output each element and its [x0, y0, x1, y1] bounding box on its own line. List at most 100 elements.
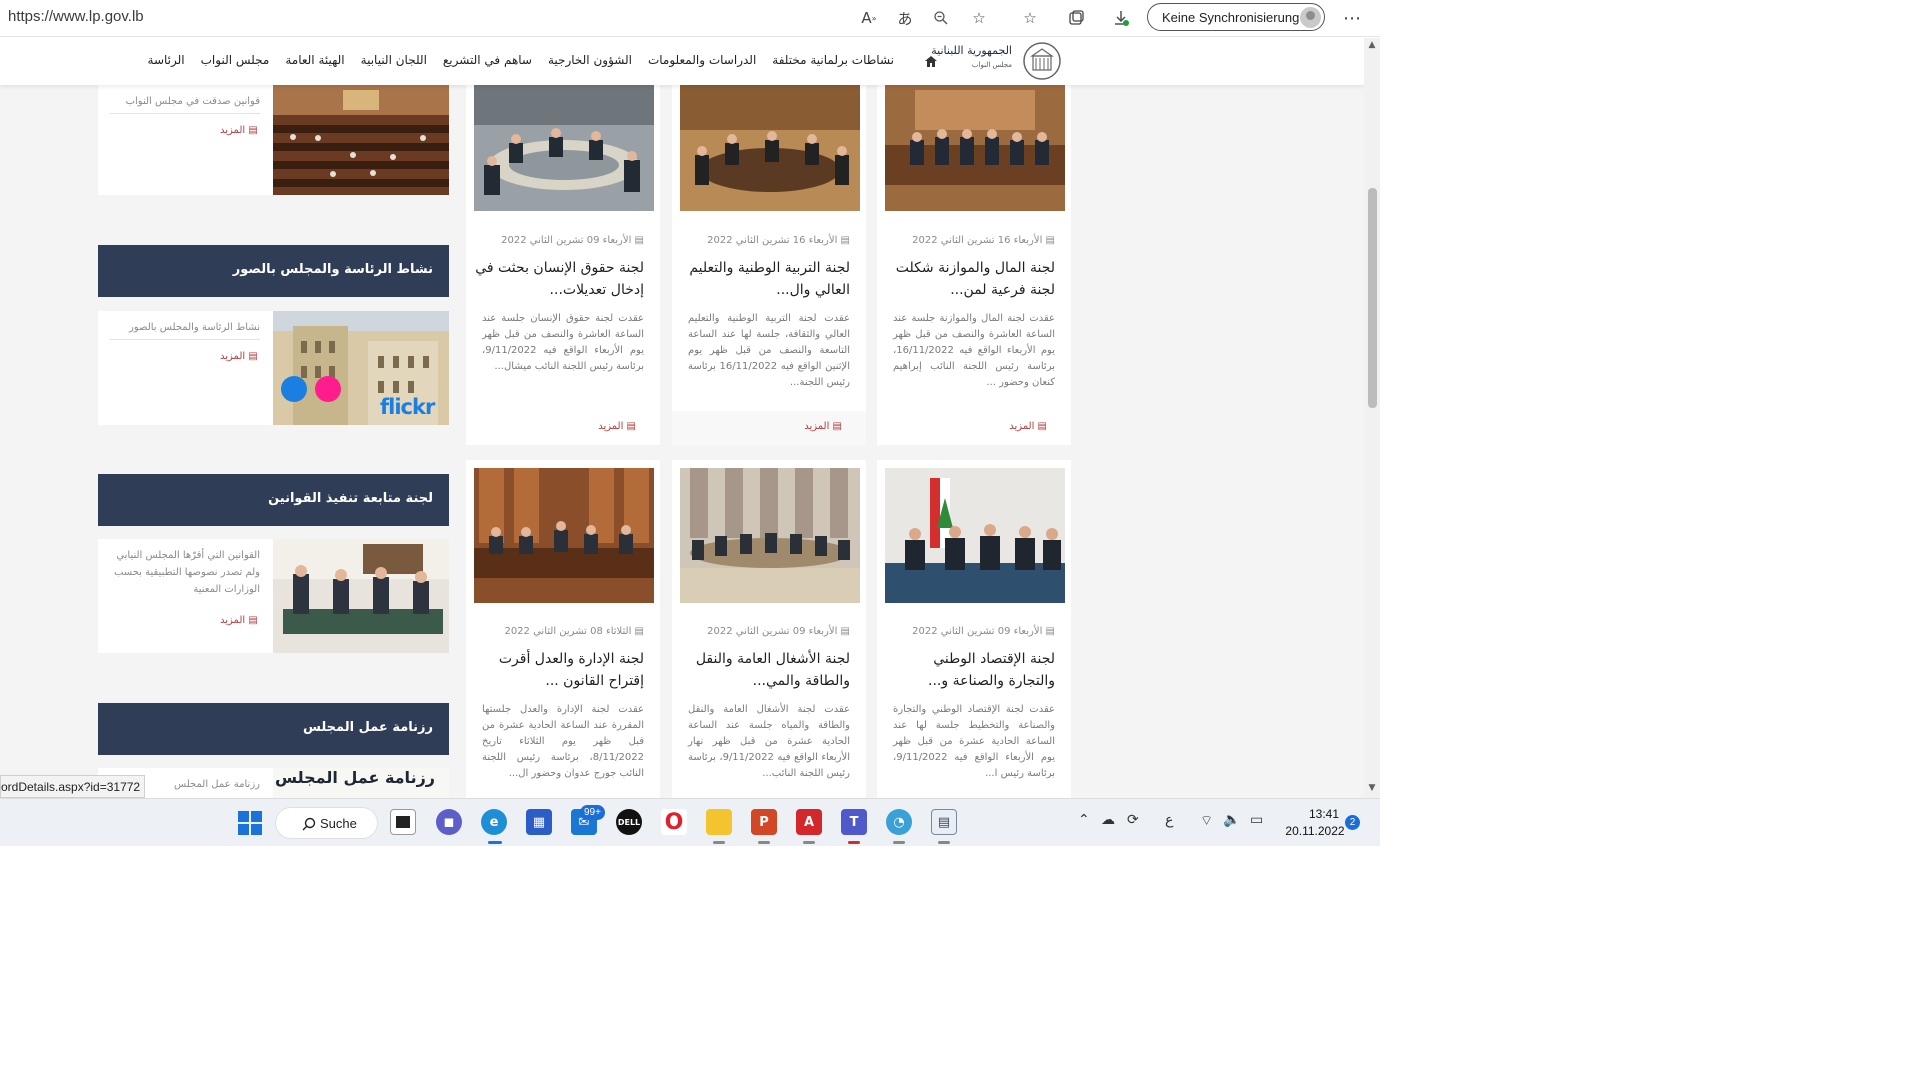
article-more-link[interactable]: ▤ المزيد: [598, 421, 636, 432]
explorer-active-indicator: [713, 841, 725, 844]
edge-browser-icon[interactable]: e: [481, 809, 507, 835]
photos-widget-title: نشاط الرئاسة والمجلس بالصور: [98, 245, 449, 297]
favorites-icon[interactable]: ☆: [1018, 6, 1042, 30]
powerpoint-active-indicator: [758, 841, 770, 844]
document-app-icon[interactable]: ▤: [931, 809, 957, 835]
article-excerpt: عقدت لجنة المال والموازنة جلسة عند الساع…: [893, 313, 1055, 388]
site-header: الجمهورية اللبنانية مجلس النواب الرئاسة …: [0, 38, 1364, 85]
nav-item-general-assembly[interactable]: الهيئة العامة: [277, 53, 352, 67]
article-photo[interactable]: [680, 85, 860, 211]
link-status-bar: ordDetails.aspx?id=31772: [0, 775, 145, 798]
collections-icon[interactable]: [1064, 6, 1088, 30]
windows-start-icon[interactable]: [238, 811, 262, 835]
home-icon[interactable]: [925, 56, 937, 67]
article-date: ▤ الثلاثاء 08 تشرين الثاني 2022: [504, 626, 644, 637]
article-more-link[interactable]: ▤ المزيد: [804, 421, 842, 432]
nav-item-parliament[interactable]: مجلس النواب: [193, 53, 278, 67]
photos-more-link[interactable]: ▤ المزيد: [220, 351, 258, 362]
windows-taskbar: Suche ◼ e ▦ ✉ 99+ DELL O P A T ◔ ▤ ⌃ ☁ ⟳…: [0, 798, 1380, 846]
chat-icon[interactable]: ◼: [436, 809, 462, 835]
photos-widget-text[interactable]: نشاط الرئاسة والمجلس بالصور: [110, 319, 260, 336]
photos-widget: flickr نشاط الرئاسة والمجلس بالصور ▤ الم…: [98, 311, 449, 425]
article-card: ▤ الأربعاء 09 تشرين الثاني 2022 لجنة الأ…: [672, 460, 866, 798]
article-excerpt: عقدت لجنة الإقتصاد الوطني والتجارة والصن…: [893, 704, 1055, 779]
dell-icon[interactable]: DELL: [616, 809, 642, 835]
favorite-add-icon[interactable]: ☆: [967, 6, 991, 30]
nav-item-committees[interactable]: اللجان النيابية: [353, 53, 435, 67]
file-explorer-icon[interactable]: [706, 809, 732, 835]
article-title[interactable]: لجنة الأشغال العامة والنقل والطاقة والمي…: [680, 648, 850, 692]
clock-time[interactable]: 13:41: [1300, 807, 1348, 821]
translate-icon[interactable]: あ: [893, 6, 917, 30]
wifi-icon[interactable]: ⌔: [1200, 812, 1213, 830]
article-photo[interactable]: [885, 468, 1065, 603]
taskbar-search[interactable]: Suche: [275, 807, 378, 839]
article-title[interactable]: لجنة الإقتصاد الوطني والتجارة والصناعة و…: [885, 648, 1055, 692]
teams-icon[interactable]: T: [841, 809, 867, 835]
followup-widget: القوانين التي أقرّها المجلس النيابي ولم …: [98, 539, 449, 653]
sync-label: Keine Synchronisierung: [1162, 10, 1300, 25]
browser-toolbar: https://www.lp.gov.lb A» あ ☆ ☆ Keine Syn…: [0, 0, 1380, 37]
app-icon[interactable]: ◔: [886, 809, 912, 835]
agenda-banner-text: رزنامة عمل المجلس: [274, 768, 435, 787]
scroll-up-icon[interactable]: ▲: [1367, 40, 1377, 50]
task-view-icon[interactable]: [390, 809, 416, 835]
article-title[interactable]: لجنة حقوق الإنسان بحثت في إدخال تعديلات.…: [474, 257, 644, 301]
nav-item-foreign-affairs[interactable]: الشؤون الخارجية: [540, 53, 640, 67]
tray-expand-icon[interactable]: ⌃: [1078, 812, 1090, 828]
sync-button[interactable]: Keine Synchronisierung: [1147, 3, 1325, 31]
article-date: ▤ الأربعاء 16 تشرين الثاني 2022: [707, 235, 850, 246]
followup-more-link[interactable]: ▤ المزيد: [220, 615, 258, 626]
article-more-link[interactable]: ▤ المزيد: [1009, 421, 1047, 432]
store-icon[interactable]: ▦: [526, 809, 552, 835]
parliament-hall-photo[interactable]: [273, 85, 449, 195]
article-title[interactable]: لجنة التربية الوطنية والتعليم العالي وال…: [680, 257, 850, 301]
scroll-thumb[interactable]: [1368, 188, 1377, 408]
address-bar[interactable]: https://www.lp.gov.lb: [8, 8, 144, 25]
acrobat-icon[interactable]: A: [796, 809, 822, 835]
nav-item-studies[interactable]: الدراسات والمعلومات: [640, 53, 764, 67]
opera-icon[interactable]: O: [661, 809, 687, 835]
committee-meeting-photo[interactable]: [273, 539, 449, 653]
acrobat-active-indicator: [803, 841, 815, 844]
onedrive-icon[interactable]: ☁: [1101, 812, 1115, 828]
downloads-icon[interactable]: [1109, 6, 1133, 30]
parliament-logo-icon[interactable]: [1022, 40, 1062, 82]
laws-widget-text[interactable]: قوانين صدقت في مجلس النواب: [110, 93, 260, 110]
volume-icon[interactable]: 🔈: [1223, 812, 1240, 828]
sync-tray-icon[interactable]: ⟳: [1127, 812, 1139, 828]
nav-item-activities[interactable]: نشاطات برلمانية مختلفة: [764, 53, 902, 67]
article-title[interactable]: لجنة الإدارة والعدل أقرت إقتراح القانون …: [474, 648, 644, 692]
article-excerpt: عقدت لجنة الإدارة والعدل جلستها المقررة …: [482, 704, 644, 779]
article-photo[interactable]: [474, 468, 654, 603]
page-scrollbar[interactable]: ▲ ▼: [1364, 38, 1380, 798]
agenda-banner[interactable]: رزنامة عمل المجلس: [273, 768, 449, 798]
article-date: ▤ الأربعاء 09 تشرين الثاني 2022: [707, 626, 850, 637]
scroll-down-icon[interactable]: ▼: [1367, 783, 1377, 793]
article-footer: ▤ المزيد: [672, 411, 866, 445]
language-indicator[interactable]: ع: [1165, 812, 1173, 828]
article-photo[interactable]: [474, 85, 654, 211]
article-card: ▤ الأربعاء 16 تشرين الثاني 2022 لجنة الم…: [877, 85, 1071, 445]
article-photo[interactable]: [885, 85, 1065, 211]
more-icon[interactable]: ⋯: [1340, 6, 1364, 30]
clock-date[interactable]: 20.11.2022: [1280, 824, 1350, 838]
nav-item-presidency[interactable]: الرئاسة: [140, 53, 193, 67]
article-date: ▤ الأربعاء 09 تشرين الثاني 2022: [501, 235, 644, 246]
followup-widget-text[interactable]: القوانين التي أقرّها المجلس النيابي ولم …: [110, 547, 260, 598]
nav-item-legislation[interactable]: ساهم في التشريع: [435, 53, 540, 67]
article-photo[interactable]: [680, 468, 860, 603]
article-title[interactable]: لجنة المال والموازنة شكلت لجنة فرعية لمن…: [885, 257, 1055, 301]
powerpoint-icon[interactable]: P: [751, 809, 777, 835]
article-footer: ▤ المزيد: [466, 411, 660, 445]
battery-icon[interactable]: ▭: [1250, 812, 1263, 828]
photos-more-label: المزيد: [220, 351, 246, 362]
zoom-icon[interactable]: [929, 6, 953, 30]
article-footer: ▤ المزيد: [877, 411, 1071, 445]
laws-more-link[interactable]: ▤ المزيد: [220, 125, 258, 136]
article-date: ▤ الأربعاء 16 تشرين الثاني 2022: [912, 235, 1055, 246]
notification-badge[interactable]: 2: [1345, 815, 1360, 830]
article-card: ▤ الأربعاء 09 تشرين الثاني 2022 لجنة الإ…: [877, 460, 1071, 798]
read-aloud-icon[interactable]: A»: [857, 6, 881, 30]
followup-more-label: المزيد: [220, 615, 246, 626]
